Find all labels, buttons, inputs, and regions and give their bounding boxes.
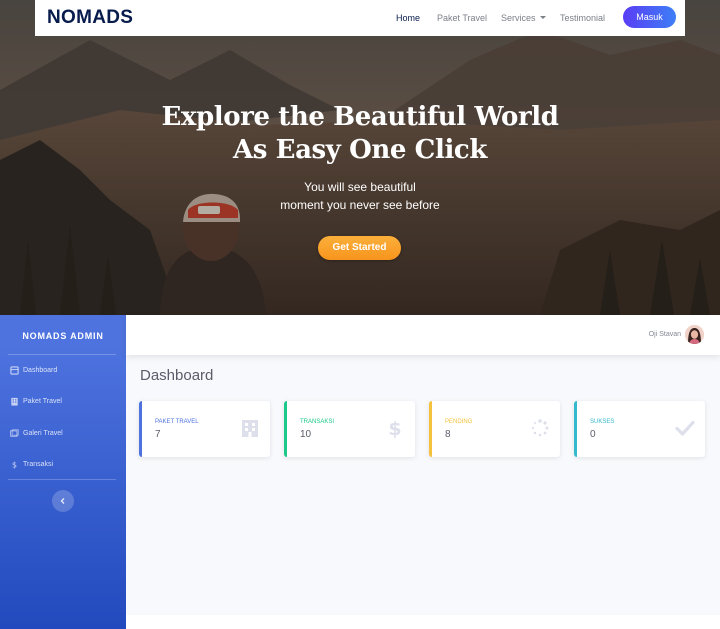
spinner-icon	[531, 419, 549, 437]
dollar-icon: $	[388, 418, 401, 438]
sidebar-item-galeri-travel[interactable]: Galeri Travel	[0, 426, 126, 442]
sidebar-divider	[8, 354, 116, 355]
login-button[interactable]: Masuk	[623, 6, 676, 28]
chevron-down-icon	[539, 16, 546, 20]
stat-card-value: 10	[300, 429, 312, 440]
hero-title-line-1: Explore the Beautiful World	[161, 102, 559, 132]
avatar[interactable]	[685, 325, 704, 344]
stat-card-label: SUKSES	[590, 419, 615, 425]
stat-card-paket-travel[interactable]: PAKET TRAVEL 7	[139, 401, 270, 457]
sidebar-item-dashboard[interactable]: Dashboard	[0, 363, 126, 379]
svg-text:$: $	[12, 460, 17, 469]
hero-subtitle: You will see beautiful moment you never …	[0, 178, 720, 214]
sidebar-item-label: Galeri Travel	[23, 430, 63, 437]
sidebar-item-paket-travel[interactable]: Paket Travel	[0, 394, 126, 410]
nav-home[interactable]: Home	[396, 13, 420, 24]
user-name[interactable]: Oji Stavan	[649, 330, 681, 340]
top-navbar: NOMADS Home Paket Travel Services Testim…	[35, 0, 685, 36]
stat-card-transaksi[interactable]: TRANSAKSI 10 $	[284, 401, 415, 457]
sidebar-item-label: Paket Travel	[23, 398, 62, 405]
nav-paket-travel[interactable]: Paket Travel	[437, 13, 487, 24]
svg-text:$: $	[388, 418, 401, 438]
stat-card-value: 0	[590, 429, 596, 440]
stat-card-label: TRANSAKSI	[300, 419, 335, 425]
stat-card-value: 8	[445, 429, 451, 440]
admin-sidebar: NOMADS ADMIN Dashboard Paket Travel Gale…	[0, 315, 126, 629]
nav-services[interactable]: Services	[501, 13, 546, 24]
sidebar-divider	[8, 479, 116, 480]
get-started-button[interactable]: Get Started	[318, 236, 401, 260]
stat-card-sukses[interactable]: SUKSES 0	[574, 401, 705, 457]
sidebar-item-transaksi[interactable]: $ Transaksi	[0, 457, 126, 473]
sidebar-toggle-button[interactable]	[52, 490, 74, 512]
page-title: Dashboard	[140, 367, 214, 384]
building-icon	[242, 420, 258, 437]
stat-card-label: PAKET TRAVEL	[155, 419, 199, 425]
stat-card-label: PENDING	[445, 419, 473, 425]
dashboard-icon	[10, 366, 19, 375]
chevron-left-icon	[60, 498, 65, 504]
admin-footer	[126, 615, 720, 629]
stat-card-pending[interactable]: PENDING 8	[429, 401, 560, 457]
hero-title: Explore the Beautiful World As Easy One …	[0, 101, 720, 167]
hero-subtitle-line-1: You will see beautiful	[304, 180, 416, 194]
sidebar-item-label: Dashboard	[23, 367, 58, 374]
nav-testimonial[interactable]: Testimonial	[560, 13, 605, 24]
building-icon	[11, 397, 18, 406]
hero-section: NOMADS Home Paket Travel Services Testim…	[0, 0, 720, 315]
dollar-icon: $	[12, 460, 17, 469]
hero-subtitle-line-2: moment you never see before	[280, 198, 440, 212]
nav-services-label: Services	[501, 13, 536, 23]
check-icon	[675, 420, 695, 436]
admin-topbar: Oji Stavan	[126, 315, 720, 355]
sidebar-item-label: Transaksi	[23, 461, 54, 468]
hero-title-line-2: As Easy One Click	[233, 135, 487, 165]
admin-content: Dashboard PAKET TRAVEL 7 TRANSAKSI 10 $ …	[126, 355, 720, 615]
avatar-image	[685, 325, 704, 344]
admin-brand[interactable]: NOMADS ADMIN	[0, 330, 126, 342]
stat-card-value: 7	[155, 429, 161, 440]
images-icon	[10, 429, 19, 437]
nomads-logo[interactable]: NOMADS	[47, 8, 133, 28]
